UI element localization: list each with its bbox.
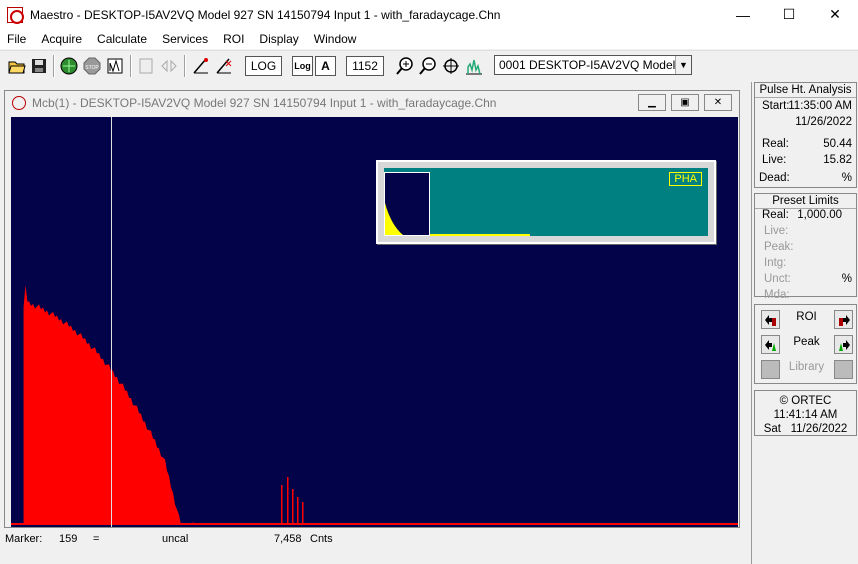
real-time-label: Real: <box>762 138 789 150</box>
mdi-area: Mcb(1) - DESKTOP-I5AV2VQ Model 927 SN 14… <box>0 82 746 532</box>
marker-counts-unit: Cnts <box>310 533 333 545</box>
clock-day: Sat <box>763 423 781 435</box>
start-label: Start: <box>762 100 790 112</box>
pulse-height-analysis-box: Pulse Ht. Analysis Start: 11:35:00 AM 11… <box>754 82 857 188</box>
menu-file[interactable]: File <box>0 32 34 46</box>
log-scale-button[interactable]: LOG <box>245 56 282 76</box>
save-icon[interactable] <box>28 55 50 77</box>
menu-services[interactable]: Services <box>155 32 216 46</box>
close-button[interactable]: ✕ <box>812 0 858 29</box>
real-time-value: 50.44 <box>823 138 852 150</box>
child-close-button[interactable]: ✕ <box>704 94 732 111</box>
stop-icon[interactable]: STOP <box>81 55 103 77</box>
status-bar: Marker: 159 = uncal 7,458 Cnts <box>0 530 746 550</box>
detector-select[interactable]: 0001 DESKTOP-I5AV2VQ Model 92 ▼ <box>494 55 692 75</box>
copy-icon[interactable] <box>135 55 157 77</box>
navigation-box: ROI Peak Library <box>754 304 857 384</box>
thumbnail-baseline <box>430 234 530 236</box>
spectrum-spike <box>292 489 294 525</box>
ortec-brand: © ORTEC <box>779 395 832 407</box>
marker-equals: = <box>93 533 100 545</box>
fullview-icon[interactable] <box>463 55 485 77</box>
marker-energy: uncal <box>162 533 189 545</box>
clock-time: 11:41:14 AM <box>773 409 838 421</box>
pulse-height-title: Pulse Ht. Analysis <box>755 83 856 98</box>
menu-acquire[interactable]: Acquire <box>34 32 90 46</box>
pha-mode-label: PHA <box>669 172 702 186</box>
compare-icon[interactable] <box>158 55 180 77</box>
window-controls: — ☐ ✕ <box>720 0 858 29</box>
menu-window[interactable]: Window <box>307 32 365 46</box>
preset-unct-value: % <box>841 273 852 285</box>
maestro-app-icon[interactable] <box>7 6 24 24</box>
svg-text:STOP: STOP <box>85 65 99 71</box>
preset-live-label: Live: <box>764 225 789 237</box>
right-panel: Pulse Ht. Analysis Start: 11:35:00 AM 11… <box>751 82 858 564</box>
menu-bar: File Acquire Calculate Services ROI Disp… <box>0 29 858 49</box>
clear-icon[interactable] <box>104 55 126 77</box>
clock-box: © ORTEC 11:41:14 AM Sat 11/26/2022 <box>754 390 857 436</box>
preset-peak-label: Peak: <box>764 241 794 253</box>
full-spectrum-thumbnail <box>384 172 430 236</box>
child-minimize-button[interactable]: ▁ <box>638 94 666 111</box>
spectrum-spike <box>297 497 299 525</box>
start-time: 11:35:00 AM <box>788 100 852 112</box>
menu-display[interactable]: Display <box>252 32 306 46</box>
preset-unct-label: Unct: <box>764 273 791 285</box>
spectrum-spike <box>287 477 289 525</box>
full-spectrum-panel: PHA <box>384 168 708 236</box>
mcb-icon <box>12 96 26 110</box>
marker-channel: 159 <box>59 533 78 545</box>
library-next-icon[interactable] <box>834 360 853 379</box>
live-time-value: 15.82 <box>823 154 852 166</box>
center-icon[interactable] <box>440 55 462 77</box>
preset-real-value[interactable]: 1,000.00 <box>797 209 842 221</box>
spectrum-window: Mcb(1) - DESKTOP-I5AV2VQ Model 927 SN 14… <box>4 90 740 528</box>
detector-select-value: 0001 DESKTOP-I5AV2VQ Model 92 <box>499 58 692 72</box>
zoom-out-icon[interactable] <box>417 55 439 77</box>
spectrum-baseline <box>11 523 738 525</box>
spectrum-spike <box>302 502 304 525</box>
clock-date: 11/26/2022 <box>790 423 848 435</box>
spectrum-window-titlebar: Mcb(1) - DESKTOP-I5AV2VQ Model 927 SN 14… <box>5 91 739 115</box>
zoom-in-icon[interactable] <box>394 55 416 77</box>
menu-roi[interactable]: ROI <box>216 32 252 46</box>
peak-next-icon[interactable] <box>834 335 853 354</box>
spectrum-window-title: Mcb(1) - DESKTOP-I5AV2VQ Model 927 SN 14… <box>32 96 497 110</box>
open-icon[interactable] <box>6 55 28 77</box>
log-toggle-button[interactable]: Log <box>292 56 313 76</box>
start-icon[interactable] <box>58 55 80 77</box>
start-date: 11/26/2022 <box>795 116 852 128</box>
preset-limits-title: Preset Limits <box>755 194 856 209</box>
roi-next-icon[interactable] <box>834 310 853 329</box>
expanded-view-box[interactable]: PHA <box>376 160 716 244</box>
spectrum-area <box>23 285 196 525</box>
child-restore-button[interactable]: ▣ <box>671 94 699 111</box>
preset-limits-box: Preset Limits Real: 1,000.00 Live: Peak:… <box>754 193 857 301</box>
vertical-scale-field[interactable]: 1152 <box>346 56 384 76</box>
live-time-label: Live: <box>762 154 787 166</box>
maximize-button[interactable]: ☐ <box>766 0 812 29</box>
roi-clear-icon[interactable] <box>213 55 235 77</box>
spectrum-spike <box>281 485 283 525</box>
toolbar: STOP LOG Log A 1152 <box>0 50 858 80</box>
minimize-button[interactable]: — <box>720 0 766 29</box>
spectrum-plot[interactable]: PHA <box>11 117 738 527</box>
menu-calculate[interactable]: Calculate <box>90 32 155 46</box>
dead-time-label: Dead: <box>759 172 790 184</box>
marker-line[interactable] <box>111 117 112 527</box>
title-bar: Maestro - DESKTOP-I5AV2VQ Model 927 SN 1… <box>0 0 858 29</box>
roi-mark-icon[interactable] <box>190 55 212 77</box>
window-title: Maestro - DESKTOP-I5AV2VQ Model 927 SN 1… <box>30 7 501 22</box>
preset-real-label: Real: <box>762 209 789 221</box>
auto-scale-button[interactable]: A <box>315 56 336 76</box>
marker-counts: 7,458 <box>274 533 302 545</box>
chevron-down-icon[interactable]: ▼ <box>675 56 691 74</box>
marker-label: Marker: <box>5 533 43 545</box>
preset-mda-label: Mda: <box>764 289 790 301</box>
dead-time-value: % <box>841 172 852 184</box>
preset-intg-label: Intg: <box>764 257 787 269</box>
